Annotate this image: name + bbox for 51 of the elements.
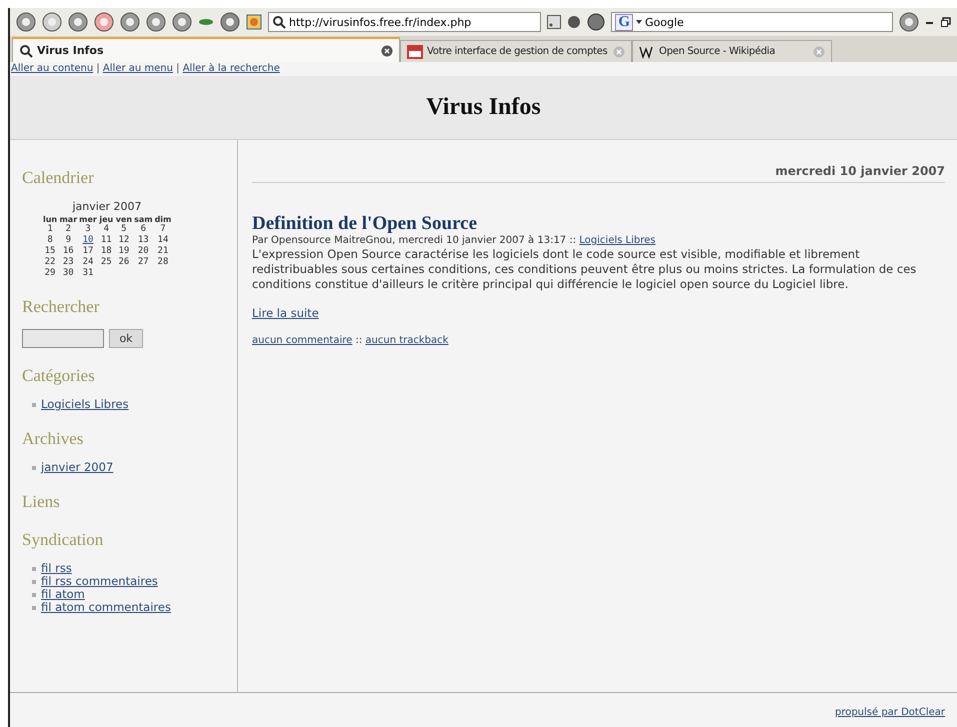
sidebar-link[interactable]: fil atom commentaires <box>41 601 171 614</box>
search-engine-logo: G <box>615 14 634 30</box>
post-body: L'expression Open Source caractérise les logiciels dont le code source est visible, modifiable et librement redistribuables sous certaines conditions, ces conditions peuvent être plus ou moins strictes. La formulation de ces conditions constitue d'ailleurs le critère principal qui différencie le logiciel open source du Logiciel libre. <box>252 247 918 292</box>
sidebar-link[interactable]: fil rss <box>41 562 72 575</box>
sidebar-link[interactable]: fil atom <box>41 588 85 601</box>
browser-tab[interactable]: Votre interface de gestion de comptes <box>400 40 632 62</box>
ok-button[interactable]: ok <box>109 329 143 348</box>
bullet-icon <box>32 606 36 610</box>
sidebar-link[interactable]: fil rss commentaires <box>41 575 158 588</box>
section-heading: Liens <box>22 492 61 512</box>
section-heading: Calendrier <box>22 168 95 188</box>
link-separator: | <box>95 63 101 74</box>
link-separator: :: <box>354 335 364 346</box>
bullet-icon <box>32 402 36 406</box>
search-input[interactable] <box>22 329 104 348</box>
magnifier-icon <box>19 44 33 58</box>
sidebar-link[interactable]: janvier 2007 <box>41 461 114 474</box>
skip-link[interactable]: Aller à la recherche <box>182 63 280 74</box>
link-separator: | <box>175 63 181 74</box>
magnifier-icon <box>272 15 286 29</box>
restore-icon[interactable] <box>941 17 951 27</box>
post-date: mercredi 10 janvier 2007 <box>252 164 945 183</box>
bullet-icon <box>32 592 36 596</box>
site-title: Virus Infos <box>426 94 541 121</box>
leaf-icon[interactable] <box>198 17 214 27</box>
section-heading: Catégories <box>22 366 96 386</box>
bullet-icon <box>32 580 36 584</box>
read-more-link[interactable]: Lire la suite <box>252 306 319 320</box>
browser-tab[interactable]: Open Source - Wikipédia <box>632 40 832 62</box>
skip-link[interactable]: Aller au contenu <box>11 63 94 74</box>
browser-tab[interactable]: Virus Infos <box>12 37 400 62</box>
calendar: lun mar mer jeu ven sam dim 1 2 3 4 5 6 7 8 9 10 11 12 13 14 15 16 17 18 19 20 21 22 23 24 25 26 27 28 29 30 31 <box>42 215 172 279</box>
calendar-month: janvier 2007 <box>71 200 143 213</box>
search-field[interactable]: G Google <box>611 12 893 32</box>
section-heading: Rechercher <box>22 297 100 317</box>
close-icon[interactable] <box>381 44 393 56</box>
dropdown-icon[interactable] <box>636 20 642 24</box>
skip-link[interactable]: Aller au menu <box>102 63 173 74</box>
comments-link[interactable]: aucun commentaire <box>252 335 352 346</box>
sidebar-link[interactable]: Logiciels Libres <box>41 398 129 411</box>
footer-link[interactable]: propulsé par DotClear <box>834 707 945 718</box>
wikipedia-w-icon <box>639 44 655 58</box>
section-heading: Archives <box>22 429 84 449</box>
trackbacks-link[interactable]: aucun trackback <box>365 335 448 346</box>
bullet-icon <box>32 566 36 570</box>
post-title[interactable]: Definition de l'Open Source <box>252 213 945 235</box>
bullet-icon <box>32 466 36 470</box>
section-heading: Syndication <box>22 530 104 550</box>
category-link[interactable]: Logiciels Libres <box>579 235 656 246</box>
address-bar[interactable]: http://virusinfos.free.fr/index.php <box>268 12 542 32</box>
post-meta: Par Opensource MaitreGnou, mercredi 10 janvier 2007 à 13:17 :: <box>252 235 576 246</box>
